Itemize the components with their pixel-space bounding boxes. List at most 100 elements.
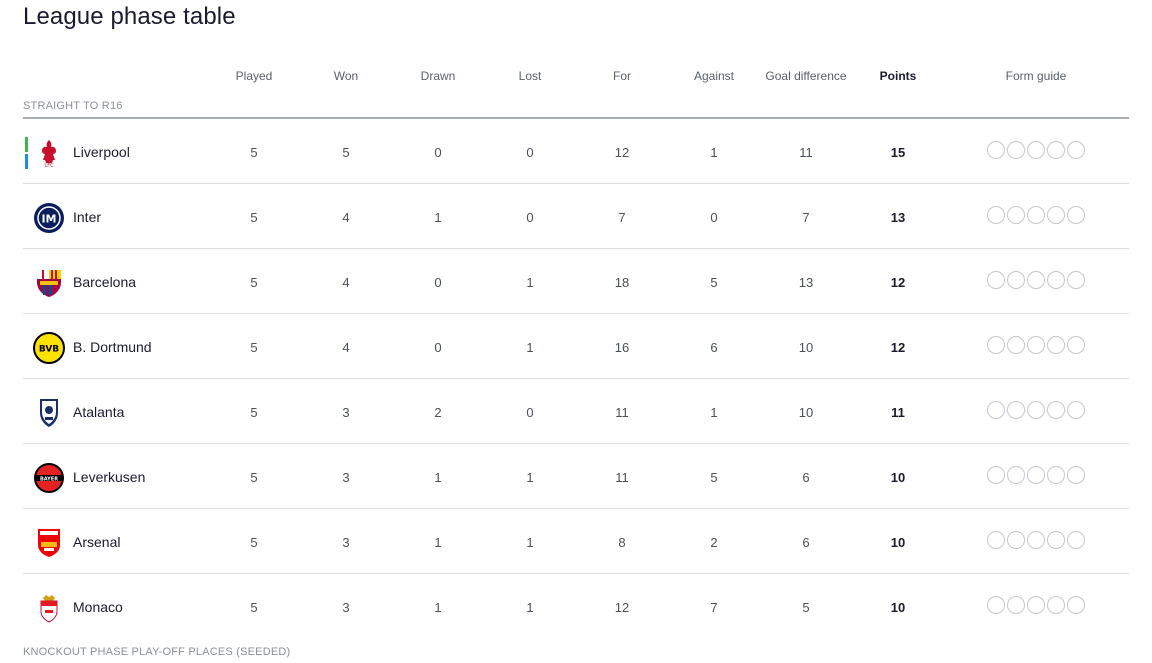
form-circle-icon bbox=[1027, 466, 1045, 484]
form-circle-icon bbox=[1047, 596, 1065, 614]
drawn-value: 0 bbox=[434, 340, 442, 355]
for-value: 12 bbox=[614, 145, 630, 160]
form-circle-icon bbox=[1007, 531, 1025, 549]
form-circle-icon bbox=[1067, 141, 1085, 159]
col-goal-difference[interactable]: Goal difference bbox=[765, 69, 846, 83]
drawn-value: 1 bbox=[434, 600, 442, 615]
for-value: 18 bbox=[614, 275, 630, 290]
form-circle-icon bbox=[1047, 271, 1065, 289]
team-name[interactable]: Arsenal bbox=[73, 534, 120, 550]
monaco-crest-icon bbox=[33, 592, 65, 624]
won-value: 3 bbox=[342, 535, 350, 550]
form-circle-icon bbox=[987, 466, 1005, 484]
form-circle-icon bbox=[987, 401, 1005, 419]
table-row-5[interactable]: BAYER Leverkusen 5 3 1 1 11 5 6 10 bbox=[23, 444, 1129, 509]
drawn-value: 2 bbox=[434, 405, 442, 420]
form-circle-icon bbox=[1067, 531, 1085, 549]
col-drawn[interactable]: Drawn bbox=[421, 69, 456, 83]
form-circle-icon bbox=[987, 336, 1005, 354]
form-circle-icon bbox=[1067, 596, 1085, 614]
against-value: 6 bbox=[710, 340, 718, 355]
leverkusen-crest-icon: BAYER bbox=[33, 462, 65, 494]
page-title: League phase table bbox=[23, 3, 236, 30]
col-for[interactable]: For bbox=[613, 69, 631, 83]
against-value: 1 bbox=[710, 405, 718, 420]
won-value: 4 bbox=[342, 210, 350, 225]
points-value: 10 bbox=[890, 600, 906, 615]
points-value: 10 bbox=[890, 470, 906, 485]
goal-difference-value: 6 bbox=[802, 470, 810, 485]
form-circle-icon bbox=[1047, 336, 1065, 354]
form-guide bbox=[987, 206, 1085, 224]
form-guide bbox=[987, 401, 1085, 419]
form-guide bbox=[987, 466, 1085, 484]
col-against[interactable]: Against bbox=[694, 69, 734, 83]
form-guide bbox=[987, 336, 1085, 354]
lost-value: 1 bbox=[526, 470, 534, 485]
team-name[interactable]: Atalanta bbox=[73, 404, 124, 420]
form-circle-icon bbox=[1047, 401, 1065, 419]
col-points[interactable]: Points bbox=[880, 69, 917, 83]
team-name[interactable]: Leverkusen bbox=[73, 469, 145, 485]
team-name[interactable]: B. Dortmund bbox=[73, 339, 152, 355]
team-name[interactable]: Monaco bbox=[73, 599, 123, 615]
table-row-4[interactable]: Atalanta 5 3 2 0 11 1 10 11 bbox=[23, 379, 1129, 444]
form-circle-icon bbox=[1067, 271, 1085, 289]
form-circle-icon bbox=[1067, 206, 1085, 224]
team-name[interactable]: Inter bbox=[73, 209, 101, 225]
won-value: 4 bbox=[342, 340, 350, 355]
form-circle-icon bbox=[1007, 466, 1025, 484]
col-lost[interactable]: Lost bbox=[519, 69, 542, 83]
played-value: 5 bbox=[250, 145, 258, 160]
lost-value: 0 bbox=[526, 145, 534, 160]
form-circle-icon bbox=[987, 596, 1005, 614]
played-value: 5 bbox=[250, 340, 258, 355]
form-circle-icon bbox=[1027, 531, 1045, 549]
won-value: 4 bbox=[342, 275, 350, 290]
col-form-guide: Form guide bbox=[1005, 69, 1067, 83]
table-row-6[interactable]: Arsenal 5 3 1 1 8 2 6 10 bbox=[23, 509, 1129, 574]
table-header: Played Won Drawn Lost For Against Goal d… bbox=[23, 60, 1129, 92]
played-value: 5 bbox=[250, 600, 258, 615]
form-circle-icon bbox=[987, 271, 1005, 289]
points-value: 15 bbox=[890, 145, 906, 160]
arsenal-crest-icon bbox=[33, 527, 65, 559]
table-row-7[interactable]: Monaco 5 3 1 1 12 7 5 10 bbox=[23, 574, 1129, 639]
table-row-1[interactable]: IM Inter 5 4 1 0 7 0 7 13 bbox=[23, 184, 1129, 249]
form-circle-icon bbox=[1007, 141, 1025, 159]
col-played[interactable]: Played bbox=[236, 69, 273, 83]
svg-text:BAYER: BAYER bbox=[40, 476, 58, 482]
qualification-marker bbox=[25, 137, 28, 169]
table-row-2[interactable]: Barcelona 5 4 0 1 18 5 13 12 bbox=[23, 249, 1129, 314]
standings-table: LFC Liverpool 5 5 0 0 12 1 11 15 IM Inte… bbox=[23, 119, 1129, 639]
won-value: 3 bbox=[342, 405, 350, 420]
form-circle-icon bbox=[1027, 141, 1045, 159]
lost-value: 1 bbox=[526, 340, 534, 355]
lost-value: 1 bbox=[526, 535, 534, 550]
played-value: 5 bbox=[250, 275, 258, 290]
lost-value: 0 bbox=[526, 210, 534, 225]
against-value: 7 bbox=[710, 600, 718, 615]
col-won[interactable]: Won bbox=[334, 69, 358, 83]
svg-text:LFC: LFC bbox=[44, 163, 54, 169]
liverpool-crest-icon: LFC bbox=[33, 137, 65, 169]
form-circle-icon bbox=[1027, 401, 1045, 419]
goal-difference-value: 11 bbox=[799, 145, 813, 160]
goal-difference-value: 5 bbox=[802, 600, 810, 615]
form-circle-icon bbox=[1067, 336, 1085, 354]
table-row-3[interactable]: BVB B. Dortmund 5 4 0 1 16 6 10 12 bbox=[23, 314, 1129, 379]
form-circle-icon bbox=[987, 531, 1005, 549]
form-circle-icon bbox=[1047, 466, 1065, 484]
goal-difference-value: 7 bbox=[802, 210, 810, 225]
form-guide bbox=[987, 141, 1085, 159]
team-name[interactable]: Liverpool bbox=[73, 144, 130, 160]
svg-text:BVB: BVB bbox=[39, 345, 59, 355]
inter-crest-icon: IM bbox=[33, 202, 65, 234]
form-circle-icon bbox=[987, 141, 1005, 159]
against-value: 1 bbox=[710, 145, 718, 160]
form-circle-icon bbox=[1007, 336, 1025, 354]
won-value: 3 bbox=[342, 470, 350, 485]
against-value: 0 bbox=[710, 210, 718, 225]
table-row-0[interactable]: LFC Liverpool 5 5 0 0 12 1 11 15 bbox=[23, 119, 1129, 184]
team-name[interactable]: Barcelona bbox=[73, 274, 136, 290]
